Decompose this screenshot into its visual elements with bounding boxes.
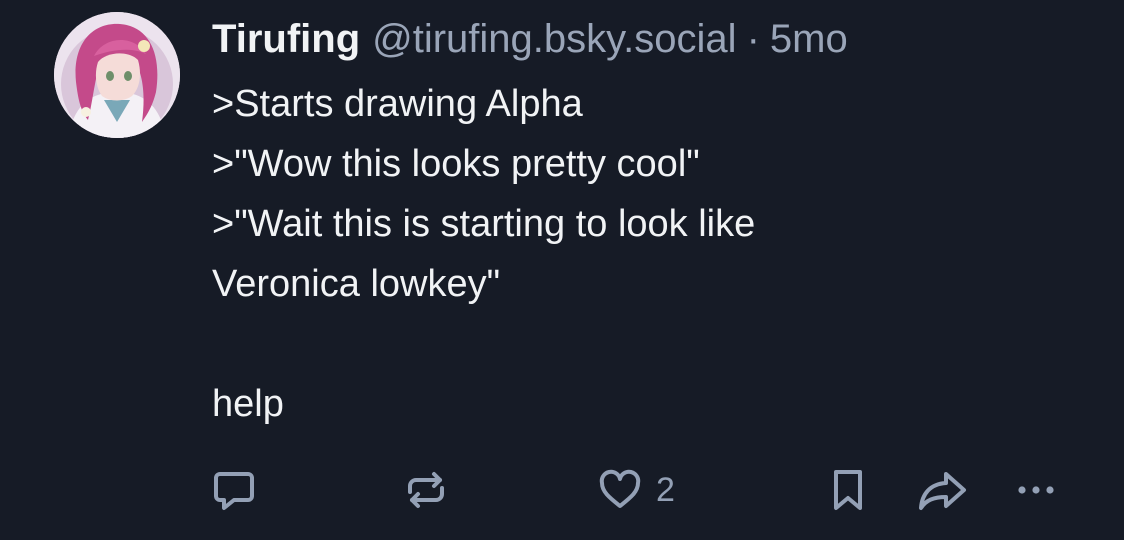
share-button[interactable] xyxy=(916,466,970,514)
author-handle[interactable]: @tirufing.bsky.social xyxy=(372,14,736,64)
post-text-line: >"Wow this looks pretty cool" xyxy=(212,143,700,185)
post-text-line xyxy=(212,314,1092,374)
more-options-button[interactable] xyxy=(1012,466,1060,514)
repost-icon xyxy=(408,472,444,508)
avatar[interactable] xyxy=(54,12,180,138)
post: Tirufing @tirufing.bsky.social · 5mo >St… xyxy=(0,0,1124,540)
share-icon xyxy=(919,472,966,510)
reply-button[interactable] xyxy=(210,466,258,514)
more-icon xyxy=(1018,486,1054,494)
post-text-line: >Starts drawing Alpha xyxy=(212,83,583,125)
reply-icon xyxy=(214,472,254,510)
like-button[interactable]: 2 xyxy=(596,466,675,514)
repost-button[interactable] xyxy=(402,466,450,514)
avatar-image xyxy=(54,12,180,138)
post-timestamp[interactable]: 5mo xyxy=(770,14,848,64)
post-text: >Starts drawing Alpha >"Wow this looks p… xyxy=(212,74,1092,434)
heart-icon xyxy=(599,469,641,508)
post-text-line: >"Wait this is starting to look like xyxy=(212,203,756,245)
like-count: 2 xyxy=(656,470,675,509)
bookmark-icon xyxy=(834,470,862,510)
post-header: Tirufing @tirufing.bsky.social · 5mo xyxy=(212,14,848,64)
post-actions: 2 xyxy=(0,460,1124,520)
post-text-line: help xyxy=(212,383,284,425)
post-text-line: Veronica lowkey" xyxy=(212,263,501,305)
bookmark-button[interactable] xyxy=(824,466,872,514)
header-separator: · xyxy=(746,17,760,61)
author-display-name[interactable]: Tirufing xyxy=(212,14,360,64)
